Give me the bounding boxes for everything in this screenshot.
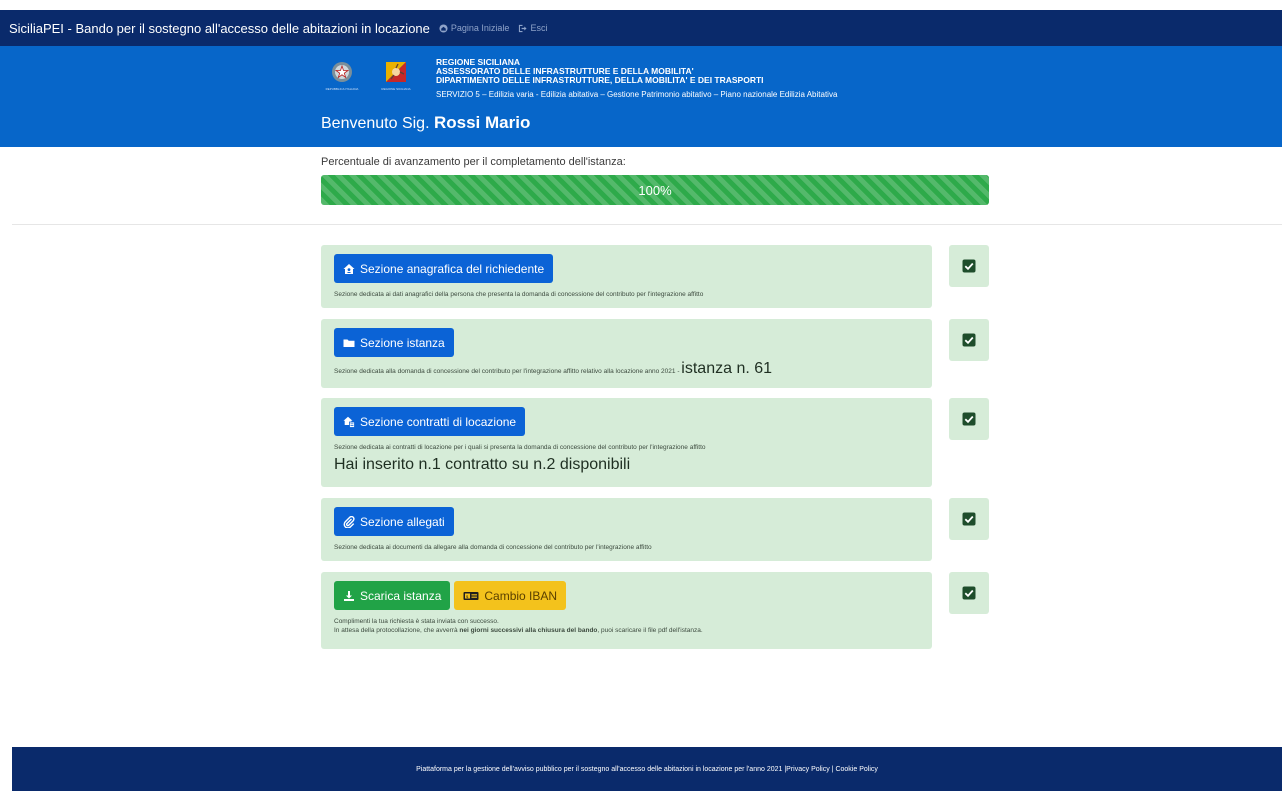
- finale-msg-protocol: In attesa della protocollazione, che avv…: [334, 626, 919, 635]
- finale-msg-prefix: In attesa della protocollazione, che avv…: [334, 627, 460, 634]
- anagrafica-status: [949, 245, 989, 287]
- section-card-istanza: Sezione istanza Sezione dedicata alla do…: [321, 319, 932, 388]
- sicily-region-logo: REGIONE SICILIANA: [376, 60, 416, 91]
- logo-left-caption: REPUBBLICA ITALIANA: [325, 87, 359, 91]
- allegati-status: [949, 498, 989, 540]
- download-istanza-label: Scarica istanza: [360, 588, 442, 603]
- istanza-status: [949, 319, 989, 361]
- footer-text: Piattaforma per la gestione dell'avviso …: [416, 765, 787, 773]
- finale-msg-suffix: , puoi scaricare il file pdf dell'istanz…: [597, 627, 703, 634]
- istanza-desc-text: Sezione dedicata alla domanda di concess…: [334, 368, 682, 375]
- nav-exit-label: Esci: [530, 23, 548, 33]
- progress-label: Percentuale di avanzamento per il comple…: [321, 156, 626, 168]
- money-icon: $: [463, 591, 479, 600]
- header-servizio: SERVIZIO 5 – Edilizia varia - Edilizia a…: [436, 90, 838, 99]
- allegati-button-label: Sezione allegati: [360, 514, 445, 529]
- cookie-policy-link[interactable]: Cookie Policy: [835, 766, 877, 773]
- istanza-button-label: Sezione istanza: [360, 335, 445, 350]
- user-name: Rossi Mario: [433, 113, 531, 132]
- progress-bar: 100%: [321, 175, 989, 205]
- sicily-emblem-icon: [386, 62, 406, 82]
- cambio-iban-button[interactable]: $ Cambio IBAN: [454, 581, 567, 610]
- finale-actions: Scarica istanza $ Cambio IBAN: [334, 581, 919, 610]
- contratti-description: Sezione dedicata ai contratti di locazio…: [334, 444, 706, 451]
- contratti-count: Hai inserito n.1 contratto su n.2 dispon…: [334, 456, 631, 473]
- nav-home-label: Pagina Iniziale: [450, 23, 510, 33]
- home-icon: [439, 23, 448, 33]
- finale-status: [949, 572, 989, 614]
- finale-message: Complimenti la tua richiesta è stata inv…: [334, 617, 919, 635]
- download-istanza-button[interactable]: Scarica istanza: [334, 581, 451, 610]
- nav-home-link[interactable]: Pagina Iniziale: [439, 23, 510, 33]
- logo-right-caption: REGIONE SICILIANA: [381, 87, 411, 91]
- page-footer: Piattaforma per la gestione dell'avviso …: [12, 747, 1282, 791]
- check-square-icon: [962, 586, 976, 600]
- contract-home-icon: [343, 416, 355, 428]
- navbar-brand[interactable]: SiciliaPEI - Bando per il sostegno all'a…: [9, 21, 430, 36]
- finale-msg-bold: nei giorni successivi alla chiusura del …: [459, 627, 598, 634]
- section-card-finale: Scarica istanza $ Cambio IBAN Compliment…: [321, 572, 932, 649]
- progress-fill: 100%: [321, 175, 989, 205]
- contratti-button-label: Sezione contratti di locazione: [360, 414, 517, 429]
- anagrafica-description: Sezione dedicata ai dati anagrafici dell…: [334, 291, 704, 298]
- top-navbar: SiciliaPEI - Bando per il sostegno all'a…: [0, 10, 1282, 46]
- nav-exit-link[interactable]: Esci: [518, 23, 547, 33]
- welcome-message: Benvenuto Sig. Rossi Mario: [321, 113, 530, 133]
- allegati-description: Sezione dedicata ai documenti da allegar…: [334, 544, 652, 551]
- check-square-icon: [962, 512, 976, 526]
- contratti-button[interactable]: Sezione contratti di locazione: [334, 407, 526, 436]
- check-square-icon: [962, 259, 976, 273]
- cambio-iban-label: Cambio IBAN: [484, 588, 558, 603]
- user-home-icon: [343, 263, 355, 274]
- section-card-contratti: Sezione contratti di locazione Sezione d…: [321, 398, 932, 487]
- italy-emblem-icon: [332, 62, 352, 82]
- privacy-policy-link[interactable]: Privacy Policy: [786, 766, 830, 773]
- header-logos: REPUBBLICA ITALIANA REGIONE SICILIANA: [322, 60, 416, 91]
- istanza-number: istanza n. 61: [681, 360, 773, 377]
- allegati-button[interactable]: Sezione allegati: [334, 507, 454, 536]
- paperclip-icon: [343, 515, 355, 528]
- finale-msg-success: Complimenti la tua richiesta è stata inv…: [334, 618, 499, 625]
- anagrafica-button[interactable]: Sezione anagrafica del richiedente: [334, 254, 554, 283]
- istanza-button[interactable]: Sezione istanza: [334, 328, 454, 357]
- welcome-prefix: Benvenuto Sig.: [321, 115, 430, 132]
- progress-value: 100%: [638, 182, 672, 198]
- download-icon: [344, 590, 354, 601]
- contratti-status: [949, 398, 989, 440]
- section-card-anagrafica: Sezione anagrafica del richiedente Sezio…: [321, 245, 932, 308]
- divider: [12, 224, 1282, 225]
- check-square-icon: [962, 333, 976, 347]
- header-dipartimento: DIPARTIMENTO DELLE INFRASTRUTTURE, DELLA…: [436, 75, 764, 85]
- italian-republic-logo: REPUBBLICA ITALIANA: [322, 60, 362, 91]
- section-card-allegati: Sezione allegati Sezione dedicata ai doc…: [321, 498, 932, 561]
- folder-icon: [343, 339, 355, 347]
- check-square-icon: [962, 412, 976, 426]
- logout-icon: [519, 24, 527, 32]
- anagrafica-button-label: Sezione anagrafica del richiedente: [360, 261, 545, 276]
- header-band: REPUBBLICA ITALIANA REGIONE SICILIANA RE…: [0, 46, 1282, 147]
- header-text: REGIONE SICILIANA ASSESSORATO DELLE INFR…: [436, 58, 838, 100]
- istanza-description: Sezione dedicata alla domanda di concess…: [334, 361, 919, 377]
